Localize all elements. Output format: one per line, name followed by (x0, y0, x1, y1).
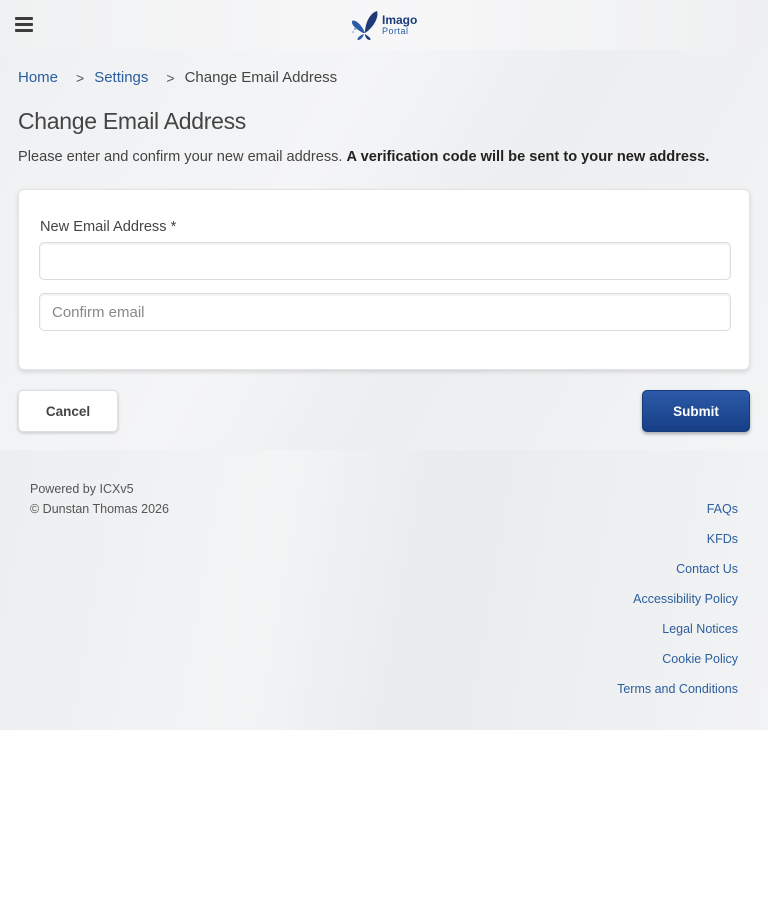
top-bar: Imago Portal (0, 0, 768, 50)
hamburger-menu-icon[interactable] (15, 17, 33, 33)
cancel-button[interactable]: Cancel (18, 390, 118, 432)
new-email-input[interactable] (39, 242, 731, 280)
footer-link-legal-notices[interactable]: Legal Notices (662, 622, 738, 636)
footer-link-faqs[interactable]: FAQs (707, 502, 738, 516)
submit-button[interactable]: Submit (642, 390, 750, 432)
butterfly-logo-icon (351, 11, 378, 40)
intro-text: Please enter and confirm your new email … (18, 149, 709, 165)
breadcrumb: Home > Settings > Change Email Address (18, 69, 337, 86)
footer-link-accessibility-policy[interactable]: Accessibility Policy (633, 592, 738, 606)
footer-link-terms-and-conditions[interactable]: Terms and Conditions (617, 682, 738, 696)
powered-by: Powered by ICXv5 (30, 482, 134, 496)
logo-subtitle: Portal (382, 26, 409, 36)
footer: Powered by ICXv5 © Dunstan Thomas 2026 F… (0, 450, 768, 730)
email-form-card: New Email Address * (18, 189, 750, 370)
intro-verification-note: A verification code will be sent to your… (346, 149, 710, 165)
copyright: © Dunstan Thomas 2026 (30, 502, 169, 516)
logo-brand: Imago (382, 13, 418, 27)
footer-link-kfds[interactable]: KFDs (707, 532, 738, 546)
page-title: Change Email Address (18, 108, 246, 134)
breadcrumb-home-link[interactable]: Home (18, 69, 58, 86)
breadcrumb-settings-link[interactable]: Settings (94, 69, 148, 86)
intro-instruction: Please enter and confirm your new email … (18, 149, 343, 165)
confirm-email-input[interactable] (39, 293, 731, 331)
footer-links: FAQs KFDs Contact Us Accessibility Polic… (617, 502, 738, 712)
footer-link-contact-us[interactable]: Contact Us (676, 562, 738, 576)
logo[interactable]: Imago Portal (350, 9, 417, 41)
breadcrumb-current: Change Email Address (184, 69, 338, 86)
new-email-label: New Email Address * (40, 219, 177, 235)
breadcrumb-separator: > (76, 69, 85, 86)
breadcrumb-separator: > (166, 69, 175, 86)
footer-link-cookie-policy[interactable]: Cookie Policy (662, 652, 738, 666)
